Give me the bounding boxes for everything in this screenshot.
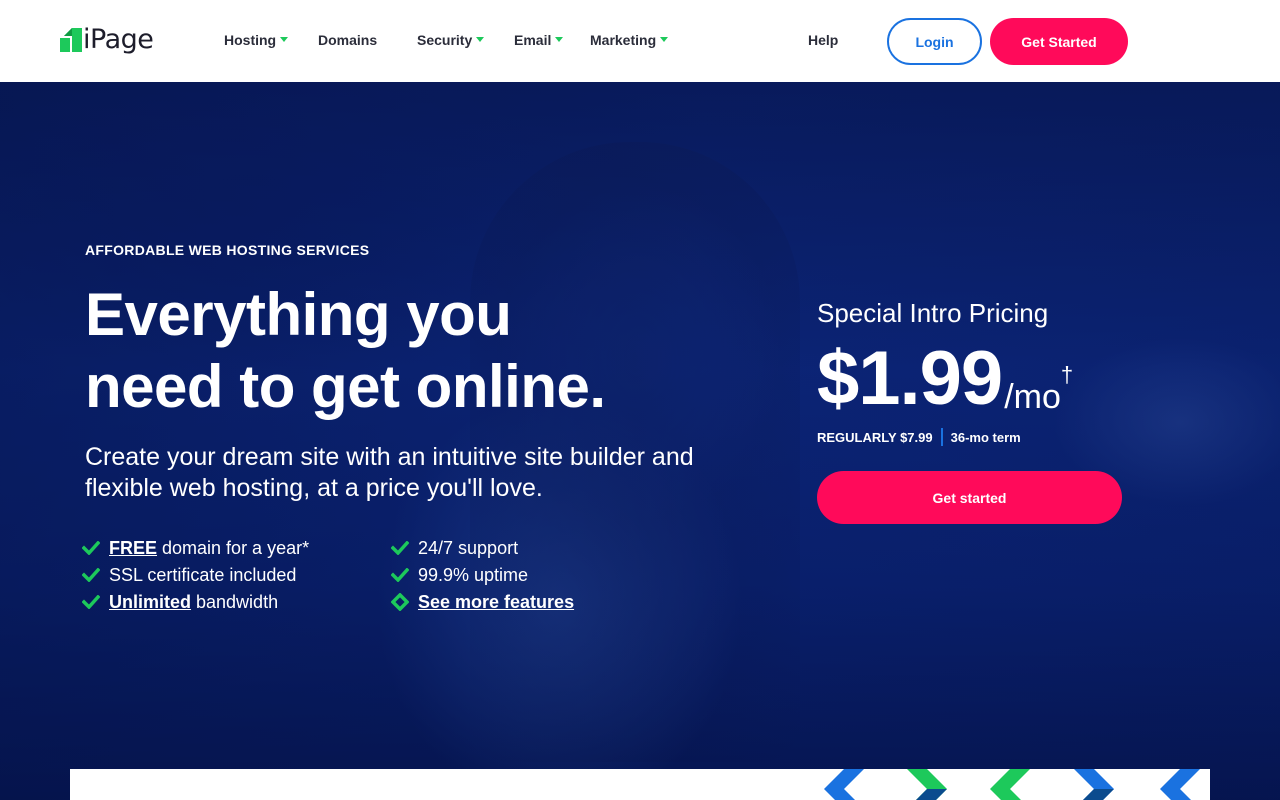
- hero-eyebrow: AFFORDABLE WEB HOSTING SERVICES: [85, 242, 370, 258]
- nav-domains[interactable]: Domains: [318, 30, 377, 50]
- ipage-logo[interactable]: iPage: [60, 24, 154, 56]
- feature-text: 24/7 support: [418, 537, 519, 558]
- nav-security[interactable]: Security: [417, 30, 485, 50]
- hero-overlay: [0, 82, 1280, 800]
- caret-down-icon: [476, 36, 485, 42]
- nav-email-label: Email: [514, 32, 552, 48]
- hero-section: AFFORDABLE WEB HOSTING SERVICES Everythi…: [0, 82, 1280, 800]
- check-icon: [391, 568, 409, 582]
- check-icon: [391, 541, 409, 555]
- chevron-left-icon: [1160, 769, 1200, 800]
- pricing-label: Special Intro Pricing: [817, 298, 1049, 328]
- nav-help[interactable]: Help: [808, 30, 838, 50]
- feature-ssl: SSL certificate included: [82, 564, 296, 586]
- chevron-right-icon: [1074, 769, 1114, 800]
- headline-line-2: need to get online.: [85, 353, 606, 420]
- nav-marketing[interactable]: Marketing: [590, 30, 669, 50]
- feature-see-more[interactable]: See more features: [391, 591, 574, 613]
- ipage-logo-icon: [60, 28, 82, 52]
- nav-hosting-label: Hosting: [224, 32, 277, 48]
- price-display: $1.99 /mo †: [817, 340, 1073, 418]
- price-unit: /mo: [1004, 378, 1061, 416]
- feature-free-domain: FREE domain for a year*: [82, 537, 309, 559]
- feature-text: domain for a year*: [162, 537, 310, 558]
- logo-text: iPage: [83, 24, 154, 55]
- chevron-left-icon: [824, 769, 864, 800]
- nav-marketing-label: Marketing: [590, 32, 657, 48]
- nav-security-label: Security: [417, 32, 473, 48]
- nav-hosting[interactable]: Hosting: [224, 30, 289, 50]
- feature-strong: FREE: [109, 537, 158, 558]
- check-icon: [82, 568, 100, 582]
- chevron-right-icon: [907, 769, 947, 800]
- feature-text: 99.9% uptime: [418, 564, 529, 585]
- check-icon: [82, 541, 100, 555]
- regular-price: REGULARLY $7.99: [817, 429, 933, 445]
- hero-subhead: Create your dream site with an intuitive…: [85, 443, 694, 502]
- feature-unlimited-bandwidth: Unlimited bandwidth: [82, 591, 278, 613]
- caret-down-icon: [280, 36, 289, 42]
- see-more-features-link[interactable]: See more features: [418, 592, 574, 613]
- nav-help-label: Help: [808, 32, 839, 48]
- get-started-header-button[interactable]: Get Started: [990, 18, 1128, 65]
- check-icon: [82, 595, 100, 609]
- feature-uptime: 99.9% uptime: [391, 564, 528, 586]
- term-length: 36-mo term: [950, 429, 1021, 445]
- login-button[interactable]: Login: [887, 18, 982, 65]
- caret-down-icon: [555, 36, 564, 42]
- get-started-hero-button[interactable]: Get started: [817, 471, 1122, 524]
- price-amount: $1.99: [817, 336, 1003, 421]
- nav-email[interactable]: Email: [514, 30, 564, 50]
- diamond-icon: [391, 593, 409, 611]
- feature-text: bandwidth: [196, 591, 279, 612]
- site-header: iPage Hosting Domains Security Email Mar…: [0, 0, 1280, 82]
- feature-text: SSL certificate included: [109, 564, 297, 585]
- next-section-peek: [70, 769, 1210, 800]
- feature-support: 24/7 support: [391, 537, 518, 559]
- price-dagger: †: [1060, 362, 1074, 387]
- feature-strong: Unlimited: [109, 591, 192, 612]
- caret-down-icon: [660, 36, 669, 42]
- chevron-left-icon: [990, 769, 1030, 800]
- nav-domains-label: Domains: [318, 32, 378, 48]
- divider: [940, 428, 943, 446]
- hero-headline: Everything you need to get online.: [85, 279, 725, 423]
- regular-price-info: REGULARLY $7.99 36-mo term: [817, 428, 1021, 446]
- headline-line-1: Everything you: [85, 281, 512, 348]
